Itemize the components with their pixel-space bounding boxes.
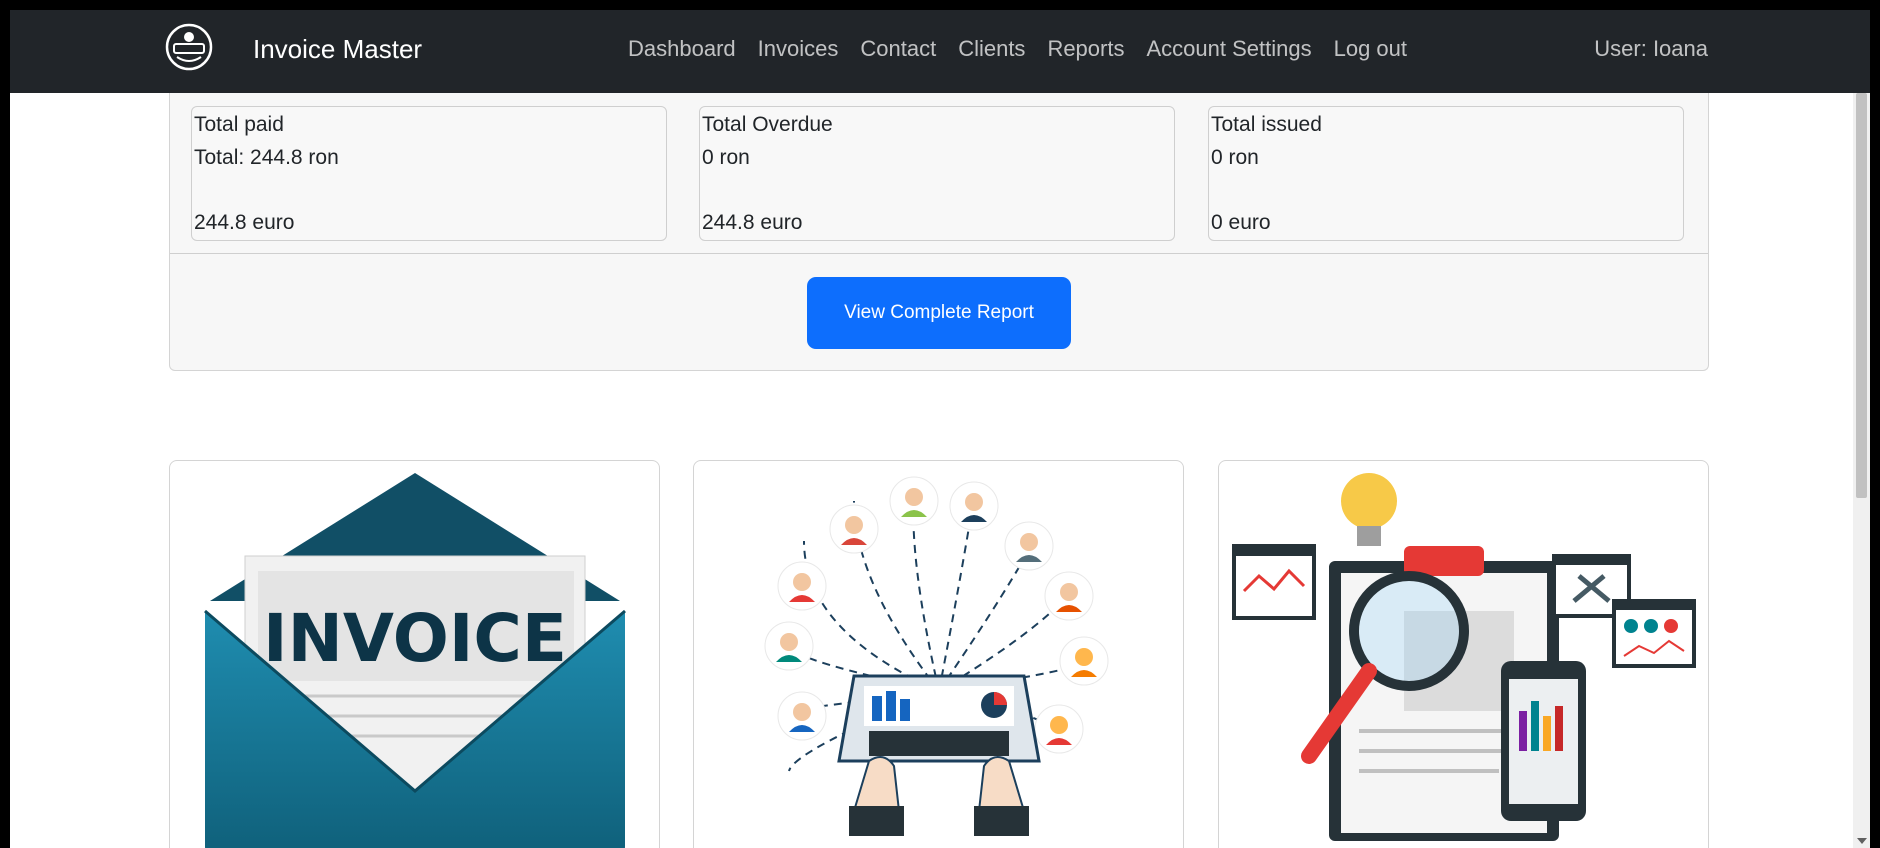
- invoice-summary-card: Total paid Total: 244.8 ron 244.8 euro T…: [169, 93, 1709, 371]
- analytics-report-illustration-icon: [1232, 473, 1696, 841]
- invoice-image-text: INVOICE: [263, 600, 567, 677]
- total-overdue-box: Total Overdue 0 ron 244.8 euro: [699, 106, 1175, 241]
- total-overdue-euro: 244.8 euro: [702, 211, 803, 234]
- nav-log-out[interactable]: Log out: [1334, 36, 1407, 62]
- page-scrollbar[interactable]: [1853, 93, 1870, 848]
- scrollbar-thumb[interactable]: [1856, 93, 1867, 498]
- total-overdue-title: Total Overdue: [702, 113, 833, 136]
- brand-name[interactable]: Invoice Master: [253, 34, 422, 65]
- total-paid-title: Total paid: [194, 113, 284, 136]
- clients-feature-card[interactable]: [693, 460, 1184, 848]
- total-issued-ron: 0 ron: [1211, 146, 1259, 169]
- scroll-down-arrow-icon[interactable]: [1857, 838, 1867, 844]
- nav-reports[interactable]: Reports: [1047, 36, 1124, 62]
- nav-account-settings[interactable]: Account Settings: [1146, 36, 1311, 62]
- total-issued-box: Total issued 0 ron 0 euro: [1208, 106, 1684, 241]
- top-navbar: Invoice Master Dashboard Invoices Contac…: [10, 10, 1870, 93]
- nav-dashboard[interactable]: Dashboard: [628, 36, 736, 62]
- current-user-label: User: Ioana: [1594, 36, 1708, 61]
- invoices-feature-card[interactable]: INVOICE: [169, 460, 660, 848]
- view-complete-report-button[interactable]: View Complete Report: [807, 277, 1071, 349]
- nav-clients[interactable]: Clients: [958, 36, 1025, 62]
- reports-feature-card[interactable]: [1218, 460, 1709, 848]
- browser-viewport: Invoice Master Dashboard Invoices Contac…: [10, 10, 1870, 848]
- network-laptop-illustration-icon: [764, 476, 1109, 836]
- total-issued-euro: 0 euro: [1211, 211, 1271, 234]
- total-issued-title: Total issued: [1211, 113, 1322, 136]
- total-paid-euro: 244.8 euro: [194, 211, 295, 234]
- nav-contact[interactable]: Contact: [860, 36, 936, 62]
- main-nav: Dashboard Invoices Contact Clients Repor…: [628, 36, 1407, 62]
- total-paid-ron: Total: 244.8 ron: [194, 146, 339, 169]
- invoice-envelope-illustration-icon: INVOICE: [204, 473, 626, 848]
- total-overdue-ron: 0 ron: [702, 146, 750, 169]
- card-divider: [170, 253, 1708, 254]
- nav-invoices[interactable]: Invoices: [758, 36, 839, 62]
- invoice-master-logo-icon[interactable]: [165, 23, 213, 71]
- total-paid-box: Total paid Total: 244.8 ron 244.8 euro: [191, 106, 667, 241]
